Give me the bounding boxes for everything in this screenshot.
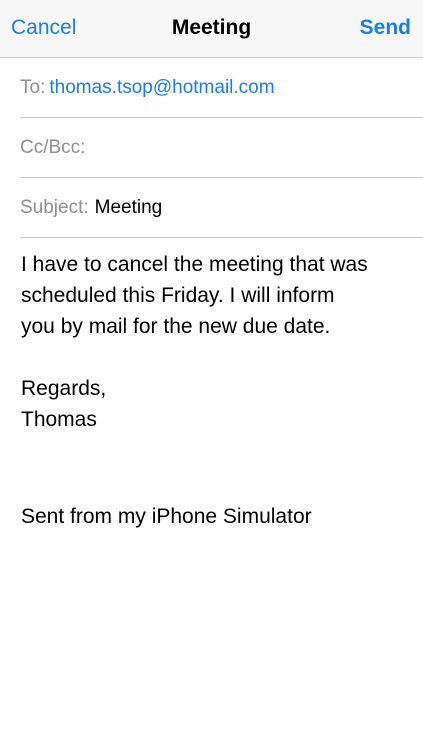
send-button[interactable]: Send [360, 16, 411, 40]
navigation-bar: Cancel Meeting Send [0, 0, 423, 58]
cc-bcc-label: Cc/Bcc: [20, 137, 86, 158]
email-signature: Sent from my iPhone Simulator [21, 505, 312, 528]
body-line: you by mail for the new due date. [21, 315, 331, 338]
sender-name: Thomas [21, 408, 97, 431]
body-line: I have to cancel the meeting that was [21, 253, 368, 276]
to-field[interactable]: To: thomas.tsop@hotmail.com [20, 58, 423, 118]
subject-label: Subject: [20, 197, 89, 218]
cc-bcc-field[interactable]: Cc/Bcc: [20, 118, 423, 178]
subject-field[interactable]: Subject: Meeting [20, 178, 423, 238]
body-line: scheduled this Friday. I will inform [21, 284, 335, 307]
closing-line: Regards, [21, 377, 107, 400]
compose-screen: Cancel Meeting Send To: thomas.tsop@hotma… [0, 0, 423, 750]
subject-value[interactable]: Meeting [95, 197, 163, 218]
body-blank-line [21, 342, 411, 373]
recipient-token[interactable]: thomas.tsop@hotmail.com [49, 77, 274, 98]
message-body[interactable]: I have to cancel the meeting that was sc… [21, 249, 411, 435]
to-label: To: [20, 77, 46, 98]
